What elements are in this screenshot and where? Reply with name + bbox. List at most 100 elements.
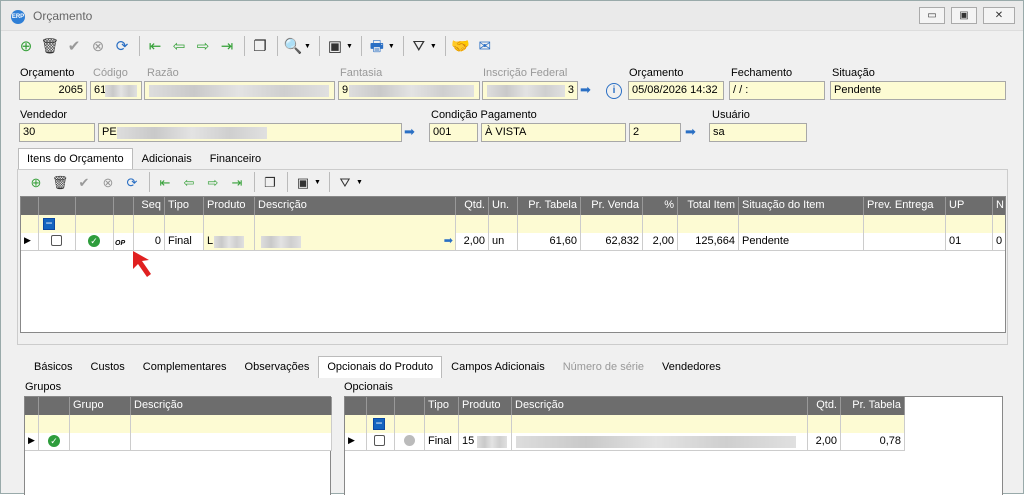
row-checkbox[interactable]: [51, 235, 62, 246]
usuario-field[interactable]: sa: [709, 123, 807, 142]
op-badge[interactable]: OP: [115, 240, 125, 247]
items-table-row[interactable]: ▶ ✓ OP 0 Final L ➡ 2,00 un 61,60 62,832 …: [21, 233, 1005, 251]
col-op-qtd[interactable]: Qtd.: [808, 397, 841, 415]
add-icon[interactable]: ⊕: [15, 35, 37, 57]
col-pct[interactable]: %: [643, 197, 678, 215]
tab-opcionais[interactable]: Opcionais do Produto: [318, 356, 443, 378]
col-op-produto[interactable]: Produto: [459, 397, 512, 415]
delete-icon[interactable]: 🗑: [39, 35, 61, 57]
opcionais-row[interactable]: ▶ Final 15 2,00 0,78: [345, 433, 905, 451]
cell-pr-venda[interactable]: 62,832: [581, 233, 643, 251]
vendedor-go-icon[interactable]: ➡: [404, 124, 415, 140]
cell-qtd[interactable]: 2,00: [456, 233, 489, 251]
cell-pct[interactable]: 2,00: [643, 233, 678, 251]
inscricao-field[interactable]: 3: [482, 81, 578, 100]
vendedor-code-field[interactable]: 30: [19, 123, 95, 142]
item-confirm-icon[interactable]: ✔: [73, 171, 95, 193]
grupo-cell[interactable]: [70, 433, 131, 451]
col-grupo[interactable]: Grupo: [70, 397, 131, 415]
inscricao-go-icon[interactable]: ➡: [580, 82, 591, 98]
op-cell-qtd[interactable]: 2,00: [808, 433, 841, 451]
col-pr-venda[interactable]: Pr. Venda: [581, 197, 643, 215]
tab-itens[interactable]: Itens do Orçamento: [18, 148, 133, 170]
col-prev-entrega[interactable]: Prev. Entrega: [864, 197, 946, 215]
tab-campos-adicionais[interactable]: Campos Adicionais: [442, 356, 554, 378]
cell-produto[interactable]: L: [204, 233, 255, 251]
main-tabs: Itens do Orçamento Adicionais Financeiro: [18, 148, 270, 170]
collapse-icon[interactable]: −: [43, 217, 55, 230]
col-tipo[interactable]: Tipo: [165, 197, 204, 215]
minimize-button[interactable]: ▭: [919, 7, 945, 24]
fantasia-field[interactable]: 9: [338, 81, 480, 100]
tab-basicos[interactable]: Básicos: [25, 356, 82, 378]
cancel-icon[interactable]: ⊗: [87, 35, 109, 57]
codigo-field[interactable]: 61: [90, 81, 142, 100]
restore-button[interactable]: ▣: [951, 7, 977, 24]
fechamento-field[interactable]: / / :: [729, 81, 825, 100]
item-delete-icon[interactable]: 🗑: [49, 171, 71, 193]
tab-vendedores[interactable]: Vendedores: [653, 356, 730, 378]
item-filter-icon[interactable]: ⛛: [334, 171, 356, 193]
tab-adicionais[interactable]: Adicionais: [133, 148, 201, 170]
cell-tipo: Final: [165, 233, 204, 251]
col-op-pr-tabela[interactable]: Pr. Tabela: [841, 397, 905, 415]
item-prev-icon[interactable]: ⇦: [178, 171, 200, 193]
tab-financeiro[interactable]: Financeiro: [201, 148, 270, 170]
condicao-name-field[interactable]: À VISTA: [481, 123, 626, 142]
descricao-go-icon[interactable]: ➡: [444, 234, 453, 247]
search-icon[interactable]: 🔍: [282, 35, 304, 57]
col-pr-tabela[interactable]: Pr. Tabela: [518, 197, 581, 215]
item-cancel-icon[interactable]: ⊗: [97, 171, 119, 193]
prev-icon[interactable]: ⇦: [168, 35, 190, 57]
orcamento-date-field[interactable]: 05/08/2026 14:32: [628, 81, 724, 100]
cell-prev-entrega[interactable]: [864, 233, 946, 251]
razao-field[interactable]: [144, 81, 335, 100]
item-copy-icon[interactable]: ❐: [259, 171, 281, 193]
filter-icon[interactable]: ⛛: [408, 35, 430, 57]
orcamento-field[interactable]: 2065: [19, 81, 87, 100]
item-first-icon[interactable]: ⇤: [154, 171, 176, 193]
col-op-descricao[interactable]: Descrição: [512, 397, 808, 415]
col-produto[interactable]: Produto: [204, 197, 255, 215]
item-last-icon[interactable]: ⇥: [226, 171, 248, 193]
item-add-icon[interactable]: ⊕: [25, 171, 47, 193]
tab-custos[interactable]: Custos: [82, 356, 134, 378]
grupos-row[interactable]: ▶ ✓: [25, 433, 332, 451]
col-up[interactable]: UP: [946, 197, 993, 215]
vendedor-name-field[interactable]: PE: [98, 123, 402, 142]
col-total[interactable]: Total Item: [678, 197, 739, 215]
opcionais-row-indicator-icon: ▶: [348, 435, 355, 445]
condicao-extra-field[interactable]: 2: [629, 123, 681, 142]
col-qtd[interactable]: Qtd.: [456, 197, 489, 215]
col-descricao[interactable]: Descrição: [255, 197, 456, 215]
col-op-tipo[interactable]: Tipo: [425, 397, 459, 415]
opcionais-collapse-icon[interactable]: −: [373, 417, 385, 430]
info-icon[interactable]: i: [606, 83, 622, 99]
tab-observacoes[interactable]: Observações: [236, 356, 319, 378]
col-seq[interactable]: Seq: [134, 197, 165, 215]
col-grupo-descricao[interactable]: Descrição: [131, 397, 332, 415]
tab-complementares[interactable]: Complementares: [134, 356, 236, 378]
item-refresh-icon[interactable]: ⟳: [121, 171, 143, 193]
refresh-icon[interactable]: ⟳: [111, 35, 133, 57]
next-icon[interactable]: ⇨: [192, 35, 214, 57]
confirm-icon[interactable]: ✔: [63, 35, 85, 57]
condicao-go-icon[interactable]: ➡: [685, 124, 696, 140]
condicao-code-field[interactable]: 001: [429, 123, 478, 142]
first-icon[interactable]: ⇤: [144, 35, 166, 57]
item-print-preview-icon[interactable]: ▣: [292, 171, 314, 193]
print-preview-icon[interactable]: ▣: [324, 35, 346, 57]
email-icon[interactable]: ✉: [474, 35, 496, 57]
col-situacao[interactable]: Situação do Item: [739, 197, 864, 215]
last-icon[interactable]: ⇥: [216, 35, 238, 57]
col-n[interactable]: N: [993, 197, 1005, 215]
opcional-checkbox[interactable]: [374, 435, 385, 446]
item-next-icon[interactable]: ⇨: [202, 171, 224, 193]
close-button[interactable]: ✕: [983, 7, 1015, 24]
situacao-field[interactable]: Pendente: [830, 81, 1006, 100]
copy-icon[interactable]: ❐: [249, 35, 271, 57]
col-un[interactable]: Un.: [489, 197, 518, 215]
cell-descricao[interactable]: ➡: [255, 233, 456, 251]
handshake-icon[interactable]: 🤝: [450, 35, 472, 57]
print-icon[interactable]: 🖶: [366, 35, 388, 57]
